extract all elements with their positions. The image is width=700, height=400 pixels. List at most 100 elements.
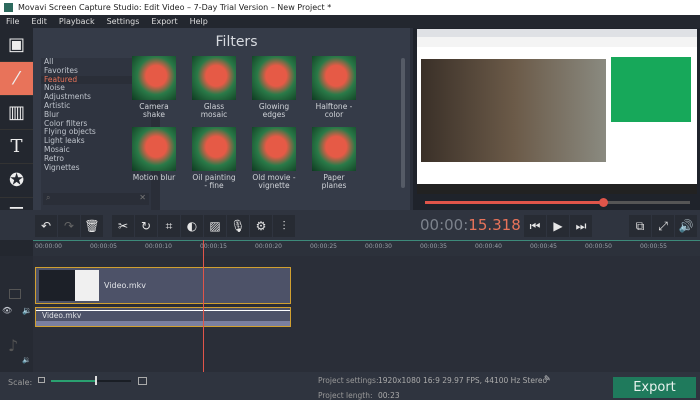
rotate-icon[interactable]: ↻ <box>135 215 157 237</box>
pencil-icon[interactable]: ✎ <box>544 374 551 383</box>
search-input[interactable]: ⌕ ✕ <box>43 193 149 205</box>
panel-title: Filters <box>215 34 258 50</box>
waveform <box>36 321 290 326</box>
video-clip[interactable]: Video.mkv <box>35 267 291 304</box>
ruler-tick-label: 00:00:00 <box>35 243 62 250</box>
menu-edit[interactable]: Edit <box>31 15 47 28</box>
filter-tile[interactable]: Glowing edges <box>251 56 297 119</box>
ruler-tick-label: 00:00:50 <box>585 243 612 250</box>
zoom-in-icon[interactable] <box>138 377 147 385</box>
settings-label: Project settings: <box>318 376 379 385</box>
ruler-tick-label: 00:00:10 <box>145 243 172 250</box>
audio-clip-label: Video.mkv <box>42 311 82 320</box>
music-volume-icon[interactable]: 🔉 <box>22 356 31 364</box>
filter-thumbnail <box>252 56 296 100</box>
color-adjust-icon[interactable]: ◐ <box>181 215 203 237</box>
filter-tile[interactable]: Old movie - vignette <box>251 127 297 190</box>
popout-icon[interactable]: ⧉ <box>629 215 651 237</box>
filter-tile[interactable]: Motion blur <box>131 127 177 182</box>
magic-wand-icon[interactable]: ⁄ <box>0 62 33 96</box>
video-track-icon <box>9 289 21 299</box>
crop-icon[interactable]: ⌗ <box>158 215 180 237</box>
ruler-tick-label: 00:00:55 <box>640 243 667 250</box>
audio-clip[interactable]: Video.mkv <box>35 307 291 327</box>
filter-thumbnail <box>192 56 236 100</box>
filter-thumbnail <box>252 127 296 171</box>
menu-export[interactable]: Export <box>151 15 177 28</box>
filter-label: Motion blur <box>132 173 176 182</box>
ruler-tick-label: 00:00:25 <box>310 243 337 250</box>
video-clip-label: Video.mkv <box>104 281 146 290</box>
ruler-tick-label: 00:00:20 <box>255 243 282 250</box>
menu-file[interactable]: File <box>6 15 19 28</box>
playhead[interactable] <box>203 240 204 372</box>
ruler-tick-label: 00:00:15 <box>200 243 227 250</box>
filter-thumbnail <box>132 56 176 100</box>
filter-tile[interactable]: Glass mosaic <box>191 56 237 119</box>
filter-label: Paper planes <box>321 173 347 190</box>
video-preview <box>417 29 697 194</box>
redo-icon[interactable]: ↷ <box>58 215 80 237</box>
music-track-icon: ♪ <box>8 336 19 355</box>
title-bar: Movavi Screen Capture Studio: Edit Video… <box>0 0 700 15</box>
scale-label: Scale: <box>8 378 33 387</box>
scrubber-track[interactable] <box>425 201 690 204</box>
menu-help[interactable]: Help <box>190 15 208 28</box>
filter-tile[interactable]: Oil painting - fine <box>191 127 237 190</box>
timecode: 00:00:15.318 <box>420 216 521 234</box>
eye-icon[interactable]: 👁 <box>2 306 12 315</box>
filter-label: Glowing edges <box>258 102 290 119</box>
ruler-tick-label: 00:00:45 <box>530 243 557 250</box>
text-icon[interactable]: T <box>0 130 33 164</box>
ruler-tick-label: 00:00:40 <box>475 243 502 250</box>
undo-icon[interactable]: ↶ <box>35 215 57 237</box>
filter-thumbnail <box>312 127 356 171</box>
filter-tile[interactable]: Paper planes <box>311 127 357 190</box>
length-label: Project length: <box>318 391 373 400</box>
filter-thumbnail <box>192 127 236 171</box>
skip-back-icon[interactable]: ⏮ <box>524 215 546 237</box>
audio-volume-icon[interactable]: 🔉 <box>22 306 32 315</box>
track-headers: 👁 🔉 ♪ 🔉 <box>0 256 33 372</box>
gear-icon[interactable]: ⚙ <box>250 215 272 237</box>
scale-slider[interactable] <box>51 380 131 382</box>
menu-bar: File Edit Playback Settings Export Help <box>0 15 700 28</box>
timecode-value: 15.318 <box>468 216 521 234</box>
film-icon[interactable]: ▣ <box>0 28 33 62</box>
image-icon[interactable]: ▨ <box>204 215 226 237</box>
menu-playback[interactable]: Playback <box>59 15 95 28</box>
clip-thumbnail <box>39 270 99 301</box>
fullscreen-icon[interactable]: ⤢ <box>652 215 674 237</box>
filter-label: Oil painting - fine <box>192 173 236 190</box>
filter-label: Glass mosaic <box>200 102 228 119</box>
scrubber-handle[interactable] <box>598 198 608 207</box>
filter-thumbnail <box>312 56 356 100</box>
export-button[interactable]: Export <box>613 377 696 398</box>
filter-thumbnail <box>132 127 176 171</box>
window-title: Movavi Screen Capture Studio: Edit Video… <box>18 3 332 12</box>
filter-tile[interactable]: Halftone - color <box>311 56 357 119</box>
microphone-icon[interactable]: 🎙 <box>227 215 249 237</box>
menu-settings[interactable]: Settings <box>107 15 140 28</box>
filter-tile[interactable]: Camera shake <box>131 56 177 119</box>
play-icon[interactable]: ▶ <box>547 215 569 237</box>
scissors-icon[interactable]: ✂ <box>112 215 134 237</box>
equalizer-icon[interactable]: ⫶ <box>273 215 295 237</box>
status-bar: Scale: Project settings: 1920x1080 16:9 … <box>0 372 700 400</box>
volume-icon[interactable]: 🔊 <box>675 215 697 237</box>
search-icon: ⌕ <box>46 193 51 202</box>
skip-forward-icon[interactable]: ⏭ <box>570 215 592 237</box>
scrollbar[interactable] <box>401 58 405 188</box>
settings-value: 1920x1080 16:9 29.97 FPS, 44100 Hz Stere… <box>378 376 548 385</box>
ruler-tick-label: 00:00:30 <box>365 243 392 250</box>
scale-slider-handle[interactable] <box>95 376 97 385</box>
length-value: 00:23 <box>378 391 400 400</box>
app-icon <box>4 3 13 12</box>
ruler-tick-label: 00:00:35 <box>420 243 447 250</box>
transitions-icon[interactable]: ▥ <box>0 96 33 130</box>
sticker-star-icon[interactable]: ✪ <box>0 164 33 198</box>
zoom-out-icon[interactable] <box>38 377 45 383</box>
timecode-prefix: 00:00: <box>420 216 469 234</box>
clear-icon[interactable]: ✕ <box>139 193 146 202</box>
trash-icon[interactable]: 🗑 <box>81 215 103 237</box>
